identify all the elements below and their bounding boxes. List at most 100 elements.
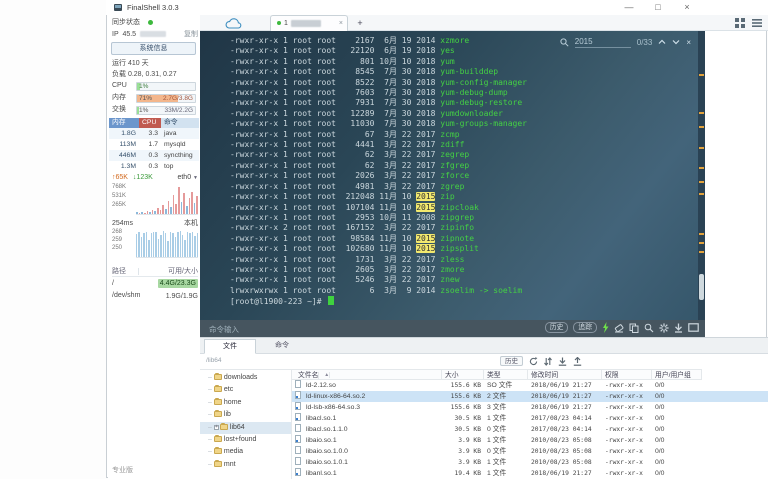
terminal-tab[interactable]: 1 × xyxy=(270,15,348,31)
command-input[interactable]: 命令输入 xyxy=(209,324,239,335)
col-mtime[interactable]: 修改时间 xyxy=(528,370,602,379)
col-size[interactable]: 大小 xyxy=(442,370,484,379)
menu-icon[interactable] xyxy=(752,18,762,28)
download-icon[interactable] xyxy=(674,323,683,333)
memory-percent: 71% xyxy=(139,95,153,102)
tree-item-downloads[interactable]: – downloads xyxy=(200,372,291,384)
search-match: 2017 xyxy=(416,150,436,160)
minimize-button[interactable]: — xyxy=(621,1,637,14)
search-input[interactable]: 2015 xyxy=(574,36,631,48)
process-row[interactable]: 113M 1.7 mysqld xyxy=(109,139,199,150)
tree-item-home[interactable]: – home xyxy=(200,397,291,409)
symlink-file-icon xyxy=(295,468,301,476)
terminal-line: -rwxr-xr-x 1 root root 8545 7月 30 2018 y… xyxy=(230,67,499,77)
refresh-icon[interactable] xyxy=(529,356,538,366)
tab-close-icon[interactable]: × xyxy=(339,16,343,31)
file-icon xyxy=(295,380,301,388)
upload-file-icon[interactable] xyxy=(573,356,582,366)
download-rate: 123K xyxy=(136,174,153,181)
col-type[interactable]: 类型 xyxy=(484,370,528,379)
tab-files[interactable]: 文件 xyxy=(204,339,256,354)
proc-col-command[interactable]: 命令 xyxy=(161,118,199,128)
search-match: 2018 xyxy=(416,67,436,77)
file-row[interactable]: ld-2.12.so 155.6 KB SO 文件 2018/06/19 21:27-… xyxy=(292,380,768,391)
chart-bar xyxy=(191,191,193,214)
tab-command[interactable]: 命令 xyxy=(258,339,306,354)
tree-item-lib[interactable]: – lib xyxy=(200,409,291,421)
process-row[interactable]: 446M 0.3 syncthing xyxy=(109,150,199,161)
copy-paste-icon[interactable] xyxy=(629,323,639,333)
interface-selector[interactable]: eth0 ▼ xyxy=(177,173,198,183)
chart-bar xyxy=(152,232,155,257)
tree-item-media[interactable]: – media xyxy=(200,446,291,458)
process-row[interactable]: 1.3M 0.3 top xyxy=(109,161,199,172)
scrollbar-thumb[interactable] xyxy=(699,273,704,300)
file-row[interactable]: ld-lsb-x86-64.so.3 155.6 KB 3 文件 2018/06/19… xyxy=(292,402,768,413)
search-match: 2018 xyxy=(416,119,436,129)
expand-icon[interactable]: + xyxy=(213,424,219,430)
tree-connector: – xyxy=(208,386,212,394)
col-user-group[interactable]: 用户/用户组 xyxy=(652,370,702,379)
terminal-line: lrwxrwxrwx 1 root root 6 3月 9 2014 zsoel… xyxy=(230,285,523,295)
download-file-icon[interactable] xyxy=(558,357,567,366)
tree-connector: – xyxy=(208,460,212,468)
tree-item-mnt[interactable]: – mnt xyxy=(200,459,291,471)
file-name: zegrep xyxy=(435,150,470,160)
file-row[interactable]: libaio.so.1 3.9 KB 1 文件 2010/08/23 05:08 -rw… xyxy=(292,435,768,446)
add-tab-button[interactable]: + xyxy=(353,17,367,30)
chart-bar xyxy=(172,194,175,214)
folder-icon xyxy=(219,422,228,430)
file-name: zipgrep xyxy=(435,212,475,222)
col-filename[interactable]: 文件名 ▲ xyxy=(292,370,442,379)
settings-gear-icon[interactable] xyxy=(659,322,669,333)
file-row[interactable]: libacl.so.1 30.5 KB 1 文件 2017/08/23 04:14 -r… xyxy=(292,413,768,424)
file-row[interactable]: libaio.so.1.0.1 3.9 KB 1 文件 2010/08/23 05:0… xyxy=(292,457,768,468)
proc-col-cpu[interactable]: CPU xyxy=(139,118,161,128)
search-close-icon[interactable]: × xyxy=(686,38,691,47)
file-name: zfgrep xyxy=(435,160,470,170)
tree-item-lost+found[interactable]: – lost+found xyxy=(200,434,291,446)
terminal-line: -rwxr-xr-x 1 root root 62 3月 22 2017 zfg… xyxy=(230,160,470,170)
tree-item-etc[interactable]: – etc xyxy=(200,384,291,396)
file-row[interactable]: libanl.so.1 19.4 KB 1 文件 2018/06/19 21:27 -r… xyxy=(292,468,768,479)
search-prev-icon[interactable] xyxy=(658,39,666,45)
terminal-line: -rwxr-xr-x 1 root root 4981 3月 22 2017 z… xyxy=(230,181,465,191)
terminal-scrollbar[interactable] xyxy=(698,31,705,320)
lightning-icon[interactable] xyxy=(602,322,609,333)
follow-button[interactable]: 追踪 xyxy=(573,322,597,333)
fullscreen-icon[interactable] xyxy=(688,323,699,332)
chart-bar xyxy=(196,232,198,257)
file-row[interactable]: ld-linux-x86-64.so.2 155.6 KB 2 文件 2018/06/… xyxy=(292,391,768,402)
process-row[interactable]: 1.8G 3.3 java xyxy=(109,128,199,139)
clear-screen-icon[interactable] xyxy=(614,323,624,333)
file-row[interactable]: libacl.so.1.1.0 30.5 KB 0 文件 2017/08/23 04:… xyxy=(292,424,768,435)
file-name: xzmore xyxy=(435,36,470,45)
find-icon[interactable] xyxy=(644,323,654,333)
search-next-icon[interactable] xyxy=(672,39,680,45)
copy-ip-link[interactable]: 复制 xyxy=(184,30,198,40)
search-match: 2008 xyxy=(416,212,436,222)
terminal[interactable]: -rwxr-xr-x 1 root root 2167 6月 19 2014 x… xyxy=(200,31,705,320)
terminal-line: -rwxr-xr-x 1 root root 2953 10月 11 2008 … xyxy=(230,212,475,222)
tree-label: lost+found xyxy=(223,435,257,443)
tree-item-lib64[interactable]: – + lib64 xyxy=(200,421,291,434)
terminal-line: -rwxr-xr-x 1 root root 801 10月 10 2018 y… xyxy=(230,56,455,66)
file-history-button[interactable]: 历史 xyxy=(500,356,523,366)
connection-manager-icon[interactable] xyxy=(224,17,244,29)
terminal-line: -rwxr-xr-x 1 root root 5246 3月 22 2017 z… xyxy=(230,275,460,285)
proc-col-memory[interactable]: 内存 xyxy=(109,118,139,128)
col-permissions[interactable]: 权限 xyxy=(602,370,652,379)
search-match: 2017 xyxy=(416,181,436,191)
maximize-button[interactable]: □ xyxy=(650,1,666,14)
history-button[interactable]: 历史 xyxy=(544,322,569,333)
file-name: zsoelim -> soelim xyxy=(435,285,523,295)
grid-layout-icon[interactable] xyxy=(735,18,745,28)
disk-table-header: 路径 可用/大小 xyxy=(112,267,198,277)
close-button[interactable]: × xyxy=(679,1,695,14)
file-row[interactable]: libaio.so.1.0.0 3.9 KB 0 文件 2010/08/23 05:0… xyxy=(292,446,768,457)
disk-path: /dev/shm xyxy=(112,292,141,299)
transfer-icon[interactable] xyxy=(544,356,552,366)
search-match-marker xyxy=(699,126,704,129)
system-info-button[interactable]: 系统信息 xyxy=(111,42,196,55)
cpu-row: CPU 1% xyxy=(112,81,198,91)
